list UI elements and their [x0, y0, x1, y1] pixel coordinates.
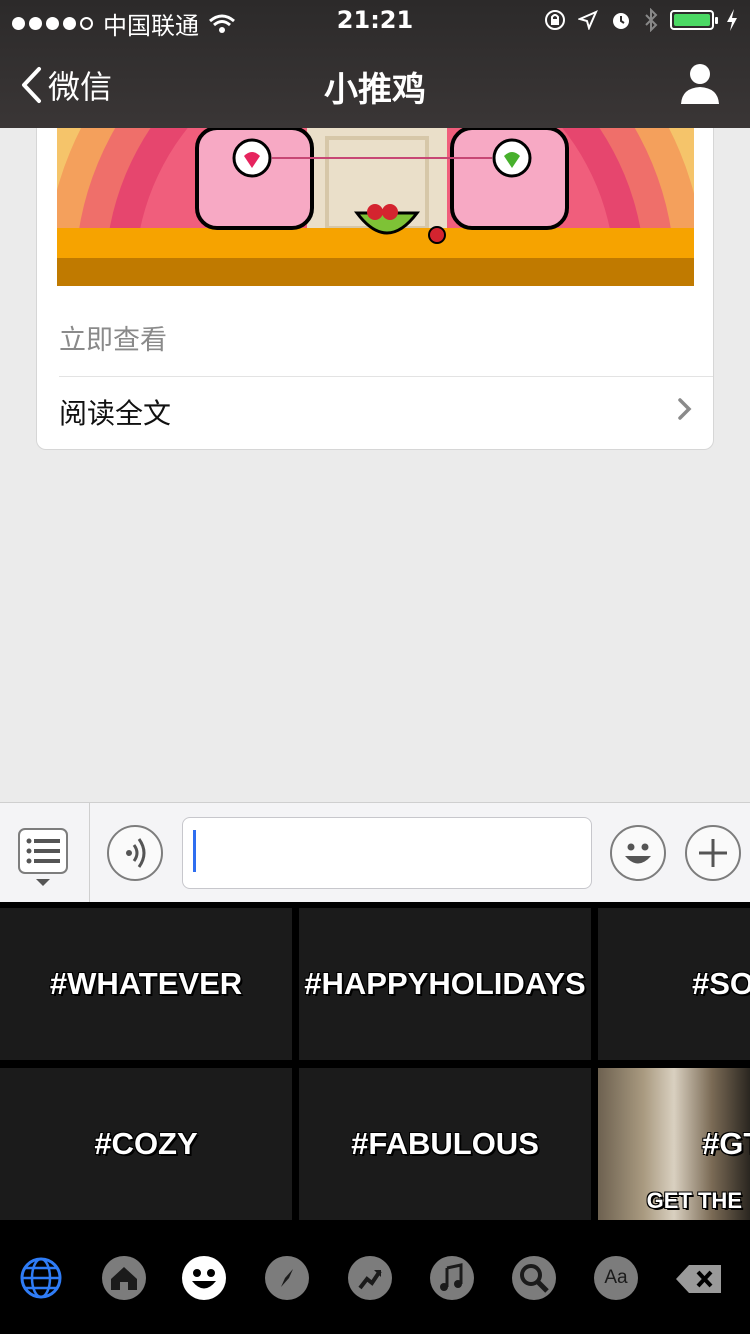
- status-bar: 中国联通 21:21: [0, 0, 750, 40]
- chat-input-bar: [0, 802, 750, 903]
- sticker-tile[interactable]: #COZY: [0, 1068, 292, 1220]
- sticker-tile[interactable]: #SO: [598, 908, 750, 1060]
- sticker-tile-label: #HAPPYHOLIDAYS: [304, 966, 586, 1001]
- music-note-icon[interactable]: [430, 1256, 474, 1300]
- sticker-tile-label: #FABULOUS: [351, 1126, 539, 1161]
- voice-icon: [126, 838, 146, 868]
- sticker-keyboard: #WHATEVER #HAPPYHOLIDAYS #SO #COZY #FABU…: [0, 902, 750, 1334]
- text-aa-label: Aa: [604, 1267, 628, 1288]
- card-divider: [59, 376, 713, 377]
- keyboard-toolbar: Aa: [0, 1220, 750, 1334]
- sticker-tile[interactable]: #GT GET THE: [598, 1068, 750, 1220]
- more-actions-button[interactable]: [685, 825, 741, 881]
- smiley-face-icon[interactable]: [182, 1256, 226, 1300]
- sticker-tile-overlay: GET THE: [646, 1188, 742, 1213]
- sticker-tile-label: #GT: [702, 1126, 750, 1161]
- profile-icon[interactable]: [680, 62, 720, 106]
- alarm-icon: [613, 13, 629, 29]
- charging-icon: [727, 9, 737, 31]
- chevron-right-icon: [678, 398, 692, 420]
- sticker-tile[interactable]: #WHATEVER: [0, 908, 292, 1060]
- navigation-bar: 微信 小推鸡: [0, 40, 750, 128]
- bluetooth-icon: [645, 8, 658, 32]
- article-banner-image: [57, 128, 694, 286]
- menu-toggle-button[interactable]: [0, 803, 90, 903]
- sticker-tile[interactable]: #HAPPYHOLIDAYS: [299, 908, 591, 1060]
- home-icon[interactable]: [102, 1256, 146, 1300]
- compass-icon[interactable]: [265, 1256, 309, 1300]
- battery-fill: [674, 14, 710, 26]
- message-input[interactable]: [182, 817, 592, 889]
- sticker-tile-label: #SO: [692, 966, 750, 1001]
- location-icon: [578, 10, 598, 30]
- article-card[interactable]: 立即查看 阅读全文: [36, 128, 714, 450]
- sticker-tile-label: #WHATEVER: [49, 966, 243, 1001]
- text-caret: [193, 830, 196, 872]
- list-menu-icon: [18, 828, 68, 886]
- plus-icon: [699, 839, 727, 867]
- view-now-link[interactable]: 立即查看: [59, 318, 167, 357]
- battery-icon: [670, 10, 718, 30]
- search-icon[interactable]: [512, 1256, 556, 1300]
- trending-icon[interactable]: [348, 1256, 392, 1300]
- text-aa-icon[interactable]: Aa: [594, 1256, 638, 1300]
- delete-icon[interactable]: [675, 1264, 723, 1294]
- voice-input-button[interactable]: [107, 825, 163, 881]
- smiley-icon: [625, 843, 651, 864]
- rotation-lock-icon: [545, 10, 565, 30]
- status-right: [544, 8, 738, 32]
- page-title: 小推鸡: [324, 70, 426, 110]
- read-full-text-link[interactable]: 阅读全文: [59, 392, 171, 432]
- globe-icon[interactable]: [19, 1256, 63, 1300]
- sticker-tile[interactable]: #FABULOUS: [299, 1068, 591, 1220]
- sticker-tile-label: #COZY: [94, 1126, 198, 1161]
- emoji-button[interactable]: [610, 825, 666, 881]
- top-bar: 中国联通 21:21 微信 小推鸡: [0, 0, 750, 128]
